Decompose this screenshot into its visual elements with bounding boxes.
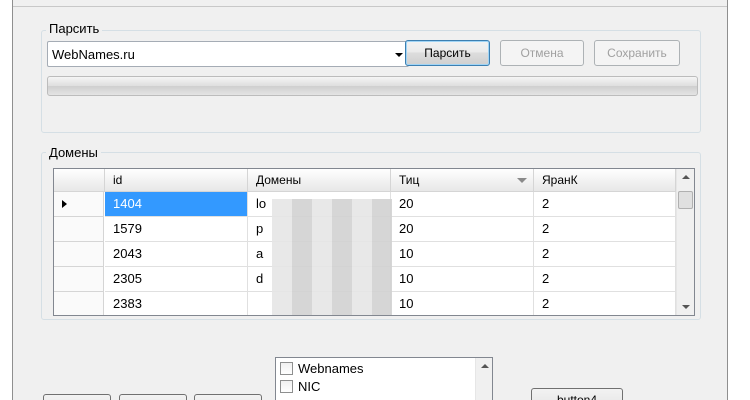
current-row-icon — [62, 200, 67, 208]
cell-rank[interactable]: 2 — [534, 267, 676, 292]
column-header-tic-label: Тиц — [399, 173, 420, 187]
list-vertical-scrollbar[interactable] — [475, 358, 492, 400]
row-header[interactable] — [54, 267, 104, 292]
source-combo-value: WebNames.ru — [52, 47, 135, 62]
cell-tic[interactable]: 20 — [391, 217, 534, 242]
column-header-tic[interactable]: Тиц — [391, 169, 534, 192]
source-combo[interactable]: WebNames.ru — [47, 41, 409, 67]
cell-rank[interactable]: 2 — [534, 242, 676, 267]
cell-id[interactable]: 1404 — [105, 192, 248, 217]
cell-tic[interactable]: 20 — [391, 192, 534, 217]
table-vertical-scrollbar[interactable] — [676, 169, 694, 315]
cell-tic[interactable]: 10 — [391, 267, 534, 292]
parse-group-caption: Парсить — [46, 22, 103, 36]
checkbox[interactable] — [280, 380, 293, 393]
domains-table[interactable]: id Домены Тиц ЯранК 1404 lo 20 2 1579 p … — [53, 168, 695, 316]
checkbox[interactable] — [280, 362, 293, 375]
cell-rank[interactable]: 2 — [534, 192, 676, 217]
domains-group-caption: Домены — [46, 146, 101, 160]
cell-tic[interactable]: 10 — [391, 242, 534, 267]
sort-descending-icon — [517, 178, 527, 183]
button4[interactable]: button4 — [531, 388, 623, 400]
bottom-button-2[interactable] — [119, 394, 187, 400]
cell-rank[interactable]: 2 — [534, 217, 676, 242]
window-border — [13, 6, 727, 7]
parse-button[interactable]: Парсить — [405, 40, 490, 66]
bottom-button-1[interactable] — [43, 394, 111, 400]
cell-id[interactable]: 2043 — [105, 242, 248, 267]
cell-tic[interactable]: 10 — [391, 292, 534, 315]
scrollbar-thumb[interactable] — [678, 191, 693, 209]
checkbox-label: Webnames — [298, 361, 364, 376]
scroll-down-arrow-icon[interactable] — [682, 305, 690, 309]
cell-id[interactable]: 2305 — [105, 267, 248, 292]
parse-progress-bar — [47, 76, 698, 96]
row-header-corner — [54, 169, 105, 192]
cell-rank[interactable]: 2 — [534, 292, 676, 315]
cell-id[interactable]: 1579 — [105, 217, 248, 242]
save-button[interactable]: Сохранить — [594, 40, 680, 66]
sources-checklist[interactable]: Webnames NIC — [275, 357, 493, 400]
redacted-domains-mosaic — [272, 199, 392, 315]
table-header: id Домены Тиц ЯранК — [54, 169, 676, 192]
cell-id[interactable]: 2383 — [105, 292, 248, 315]
cancel-button[interactable]: Отмена — [500, 40, 584, 66]
row-header[interactable] — [54, 217, 104, 242]
scroll-up-arrow-icon[interactable] — [682, 175, 690, 179]
row-header[interactable] — [54, 292, 104, 315]
row-header[interactable] — [54, 242, 104, 267]
column-header-rank[interactable]: ЯранК — [534, 169, 676, 192]
main-window: Парсить WebNames.ru Парсить Отмена Сохра… — [12, 0, 728, 400]
scroll-up-arrow-icon[interactable] — [481, 364, 489, 368]
bottom-button-3[interactable] — [194, 394, 262, 400]
chevron-down-icon[interactable] — [395, 53, 403, 57]
row-header[interactable] — [54, 192, 104, 217]
checkbox-label: NIC — [298, 379, 321, 394]
column-header-domains[interactable]: Домены — [248, 169, 391, 192]
column-header-id[interactable]: id — [105, 169, 248, 192]
